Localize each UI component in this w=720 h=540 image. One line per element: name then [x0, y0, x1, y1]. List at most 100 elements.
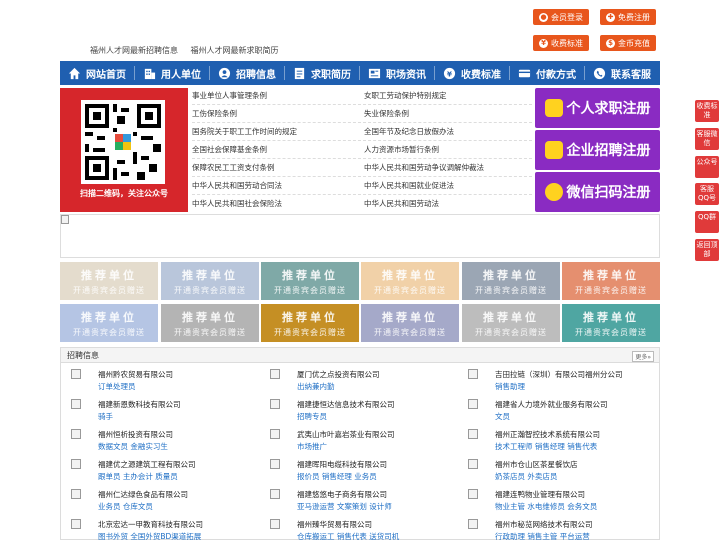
company-item[interactable]: 福州臻华贸易有限公司 仓库搬运工 销售代表 送货司机: [265, 518, 455, 540]
more-button[interactable]: 更多»: [632, 351, 654, 362]
company-jobs[interactable]: 跟单员 主办会计 质量员: [98, 471, 178, 482]
company-name[interactable]: 厦门优之点投资有限公司: [297, 369, 380, 380]
company-item[interactable]: 福建优之源建筑工程有限公司 跟单员 主办会计 质量员: [66, 458, 256, 486]
company-name[interactable]: 福建新恩数科技有限公司: [98, 399, 181, 410]
company-jobs[interactable]: 亚马逊运营 文案策划 设计师: [297, 501, 392, 512]
company-item[interactable]: 福建晖阳电缆科技有限公司 报价员 销售经理 业务员: [265, 458, 455, 486]
law-link[interactable]: 人力资源市场暂行条例: [364, 144, 439, 155]
company-item[interactable]: 福州黔农贸易有限公司 订单处理员: [66, 368, 256, 396]
side-qq-button[interactable]: 客服QQ号: [695, 183, 719, 205]
company-name[interactable]: 福建省人力境外就业服务有限公司: [495, 399, 608, 410]
nav-employers[interactable]: 用人单位: [135, 61, 209, 85]
nav-resumes[interactable]: 求职简历: [285, 61, 359, 85]
side-qq-group-button[interactable]: QQ群: [695, 211, 719, 233]
ad-banner[interactable]: [60, 214, 660, 258]
law-link[interactable]: 中华人民共和国劳动争议调解仲裁法: [364, 162, 484, 173]
company-name[interactable]: 福建晖阳电缆科技有限公司: [297, 459, 387, 470]
company-name[interactable]: 福州正瀚智控技术系统有限公司: [495, 429, 600, 440]
recommend-tile[interactable]: 推荐单位 开通贵宾会员赠送: [462, 304, 560, 342]
recommend-tile[interactable]: 推荐单位 开通贵宾会员赠送: [60, 262, 158, 300]
recommend-tile[interactable]: 推荐单位 开通贵宾会员赠送: [161, 262, 259, 300]
company-jobs[interactable]: 骑手: [98, 411, 113, 422]
company-item[interactable]: 福州市秘览网络技术有限公司 行政助理 销售主管 平台运营: [463, 518, 653, 540]
coin-recharge-button[interactable]: $ 金币充值: [600, 35, 656, 51]
recommend-tile[interactable]: 推荐单位 开通贵宾会员赠送: [60, 304, 158, 342]
company-item[interactable]: 福州市仓山区茶星餐饮店 奶茶店员 外卖店员: [463, 458, 653, 486]
company-jobs[interactable]: 报价员 销售经理 业务员: [297, 471, 377, 482]
company-jobs[interactable]: 技术工程师 销售经理 销售代表: [495, 441, 597, 452]
recommend-tile[interactable]: 推荐单位 开通贵宾会员赠送: [261, 262, 359, 300]
company-jobs[interactable]: 物业主管 水电维修员 会务文员: [495, 501, 597, 512]
company-jobs[interactable]: 订单处理员: [98, 381, 136, 392]
company-item[interactable]: 吉田拉链（深圳）有限公司福州分公司 销售助理: [463, 368, 653, 396]
law-link[interactable]: 女职工劳动保护特别规定: [364, 90, 447, 101]
company-item[interactable]: 厦门优之点投资有限公司 出纳兼内勤: [265, 368, 455, 396]
price-standard-button[interactable]: ¥ 收费标准: [533, 35, 589, 51]
company-name[interactable]: 福州市仓山区茶星餐饮店: [495, 459, 578, 470]
recommend-tile[interactable]: 推荐单位 开通贵宾会员赠送: [261, 304, 359, 342]
law-link[interactable]: 保障农民工工资支付条例: [192, 162, 275, 173]
law-link[interactable]: 全国年节及纪念日放假办法: [364, 126, 454, 137]
company-name[interactable]: 北京宏达一甲教育科技有限公司: [98, 519, 203, 530]
nav-jobs[interactable]: 招聘信息: [210, 61, 284, 85]
law-link[interactable]: 中华人民共和国劳动合同法: [192, 180, 282, 191]
law-link[interactable]: 全国社会保障基金条例: [192, 144, 267, 155]
company-name[interactable]: 福建捷恒达信息技术有限公司: [297, 399, 395, 410]
nav-contact[interactable]: 联系客服: [585, 61, 659, 85]
law-link[interactable]: 工伤保险条例: [192, 108, 237, 119]
company-name[interactable]: 吉田拉链（深圳）有限公司福州分公司: [495, 369, 623, 380]
recommend-tile[interactable]: 推荐单位 开通贵宾会员赠送: [161, 304, 259, 342]
wechat-register-button[interactable]: 微信扫码注册: [535, 172, 660, 212]
latest-jobs-link[interactable]: 福州人才网最新招聘信息: [90, 46, 178, 55]
company-jobs[interactable]: 数据文员 金融实习生: [98, 441, 168, 452]
side-wechat-button[interactable]: 客服微信: [695, 128, 719, 150]
company-jobs[interactable]: 出纳兼内勤: [297, 381, 335, 392]
company-jobs[interactable]: 业务员 仓库文员: [98, 501, 153, 512]
latest-resumes-link[interactable]: 福州人才网最新求职简历: [191, 46, 279, 55]
nav-home[interactable]: 网站首页: [60, 61, 134, 85]
company-name[interactable]: 福州恒析投资有限公司: [98, 429, 173, 440]
login-button[interactable]: ● 会员登录: [533, 9, 589, 25]
company-jobs[interactable]: 图书外贸 全国外贸BD渠道拓展: [98, 531, 201, 540]
law-link[interactable]: 失业保险条例: [364, 108, 409, 119]
back-to-top-button[interactable]: 返回顶部: [695, 239, 719, 261]
company-item[interactable]: 福建新恩数科技有限公司 骑手: [66, 398, 256, 426]
side-official-account-button[interactable]: 公众号: [695, 156, 719, 178]
company-item[interactable]: 福建省人力境外就业服务有限公司 文员: [463, 398, 653, 426]
company-item[interactable]: 福建悠悠电子商务有限公司 亚马逊运营 文案策划 设计师: [265, 488, 455, 516]
company-item[interactable]: 福建连鸭物业管理有限公司 物业主管 水电维修员 会务文员: [463, 488, 653, 516]
company-jobs[interactable]: 招聘专员: [297, 411, 327, 422]
company-jobs[interactable]: 销售助理: [495, 381, 525, 392]
company-name[interactable]: 福州臻华贸易有限公司: [297, 519, 372, 530]
recommend-tile[interactable]: 推荐单位 开通贵宾会员赠送: [462, 262, 560, 300]
company-item[interactable]: 福州仁达绿色食品有限公司 业务员 仓库文员: [66, 488, 256, 516]
side-pricing-button[interactable]: 收费标准: [695, 100, 719, 122]
nav-pricing[interactable]: ¥ 收费标准: [435, 61, 509, 85]
law-link[interactable]: 事业单位人事管理条例: [192, 90, 267, 101]
company-jobs[interactable]: 仓库搬运工 销售代表 送货司机: [297, 531, 399, 540]
company-item[interactable]: 福州恒析投资有限公司 数据文员 金融实习生: [66, 428, 256, 456]
company-name[interactable]: 福州黔农贸易有限公司: [98, 369, 173, 380]
company-name[interactable]: 福州仁达绿色食品有限公司: [98, 489, 188, 500]
company-register-button[interactable]: 企业招聘注册: [535, 130, 660, 170]
nav-news[interactable]: 职场资讯: [360, 61, 434, 85]
personal-register-button[interactable]: 个人求职注册: [535, 88, 660, 128]
recommend-tile[interactable]: 推荐单位 开通贵宾会员赠送: [361, 262, 459, 300]
company-item[interactable]: 福建捷恒达信息技术有限公司 招聘专员: [265, 398, 455, 426]
company-name[interactable]: 武夷山市叶嘉岩茶业有限公司: [297, 429, 395, 440]
recommend-tile[interactable]: 推荐单位 开通贵宾会员赠送: [562, 262, 660, 300]
law-link[interactable]: 中华人民共和国就业促进法: [364, 180, 454, 191]
company-jobs[interactable]: 文员: [495, 411, 510, 422]
nav-payment[interactable]: 付款方式: [510, 61, 584, 85]
company-item[interactable]: 福州正瀚智控技术系统有限公司 技术工程师 销售经理 销售代表: [463, 428, 653, 456]
company-item[interactable]: 北京宏达一甲教育科技有限公司 图书外贸 全国外贸BD渠道拓展: [66, 518, 256, 540]
company-name[interactable]: 福州市秘览网络技术有限公司: [495, 519, 593, 530]
company-jobs[interactable]: 行政助理 销售主管 平台运营: [495, 531, 590, 540]
law-link[interactable]: 国务院关于职工工作时间的规定: [192, 126, 297, 137]
law-link[interactable]: 中华人民共和国劳动法: [364, 198, 439, 209]
company-name[interactable]: 福建连鸭物业管理有限公司: [495, 489, 585, 500]
company-item[interactable]: 武夷山市叶嘉岩茶业有限公司 市场推广: [265, 428, 455, 456]
company-name[interactable]: 福建优之源建筑工程有限公司: [98, 459, 196, 470]
register-button[interactable]: ✚ 免费注册: [600, 9, 656, 25]
company-name[interactable]: 福建悠悠电子商务有限公司: [297, 489, 387, 500]
